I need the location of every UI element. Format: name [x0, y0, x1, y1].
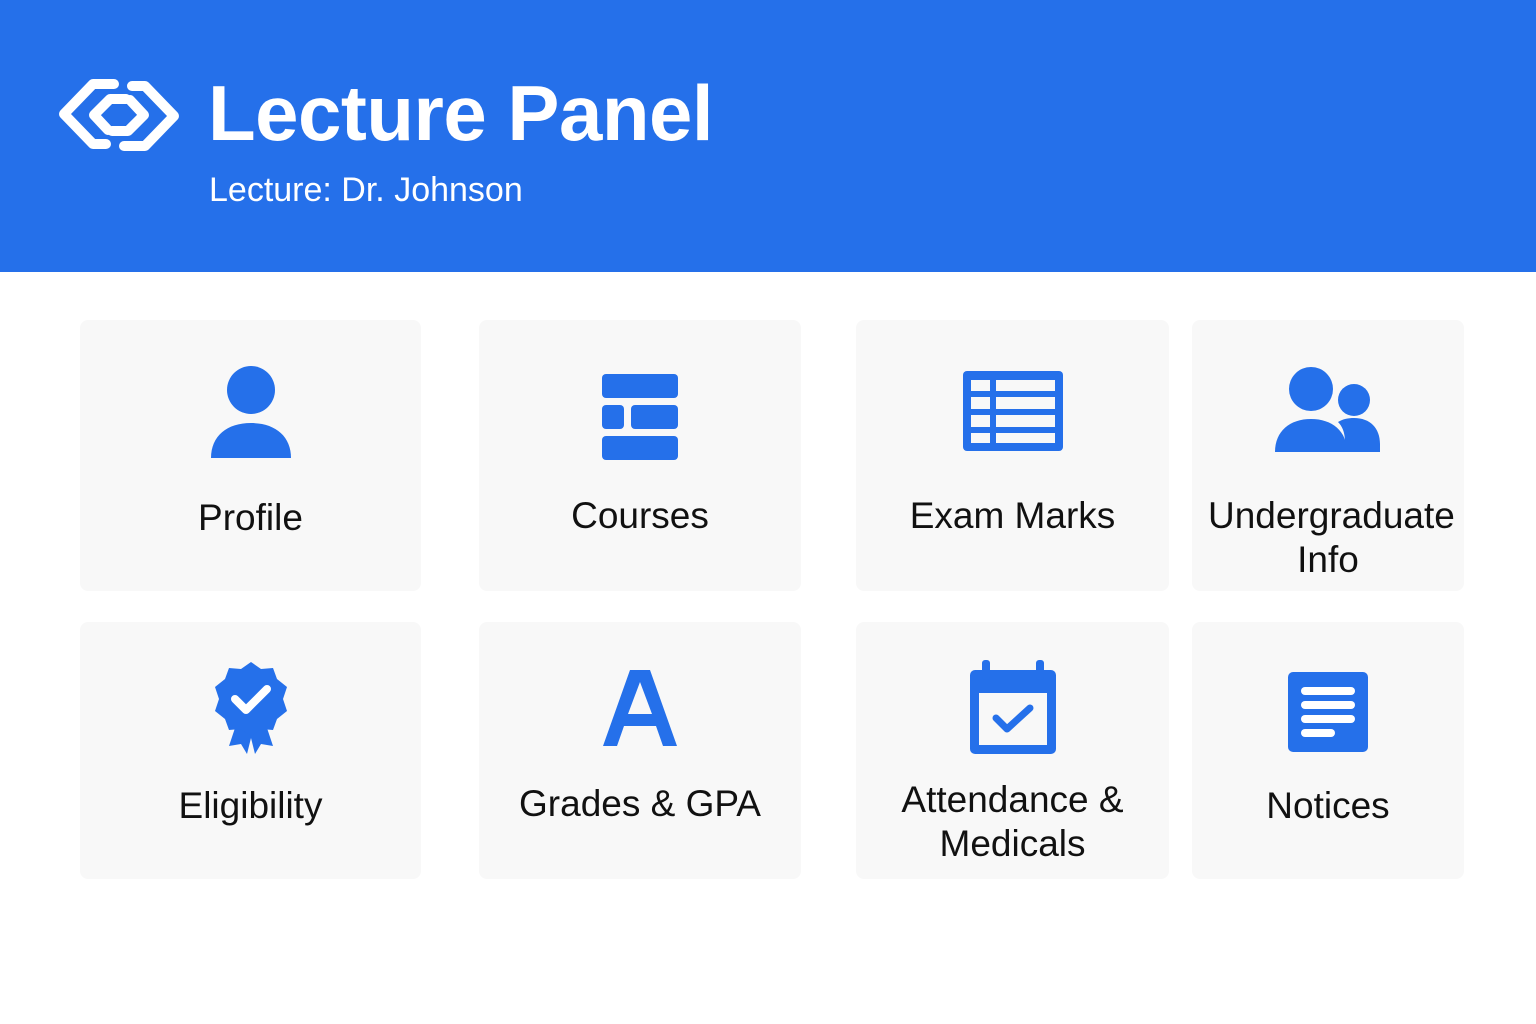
courses-tile[interactable]: Courses [479, 320, 801, 591]
grades-gpa-tile[interactable]: Grades & GPA [479, 622, 801, 879]
header-banner: Lecture Panel Lecture: Dr. Johnson [0, 0, 1536, 272]
tile-label: Exam Marks [909, 495, 1116, 536]
tile-label: Courses [571, 495, 709, 536]
tile-label: Eligibility [178, 785, 323, 826]
lecturer-name: Lecture: Dr. Johnson [209, 171, 523, 209]
notices-tile[interactable]: Notices [1192, 622, 1464, 879]
tile-label: Grades & GPA [519, 783, 761, 824]
tile-label: Undergraduate Info [1208, 495, 1455, 580]
notice-icon [1288, 672, 1368, 752]
attendance-medicals-tile[interactable]: Attendance & Medicals [856, 622, 1169, 879]
list-icon [602, 374, 678, 460]
tile-label: Attendance & Medicals [901, 779, 1124, 864]
tile-label: Profile [198, 497, 303, 538]
undergraduate-info-tile[interactable]: Undergraduate Info [1192, 320, 1464, 591]
table-icon [962, 371, 1063, 451]
users-icon [1275, 366, 1381, 454]
exam-marks-tile[interactable]: Exam Marks [856, 320, 1169, 591]
chain-link-icon [56, 70, 182, 160]
user-icon [209, 366, 293, 462]
tile-label: Notices [1266, 785, 1390, 826]
badge-check-icon [213, 662, 289, 766]
letter-a-icon [603, 670, 677, 746]
page-title: Lecture Panel [208, 69, 714, 157]
eligibility-tile[interactable]: Eligibility [80, 622, 421, 879]
profile-tile[interactable]: Profile [80, 320, 421, 591]
calendar-check-icon [969, 660, 1056, 754]
